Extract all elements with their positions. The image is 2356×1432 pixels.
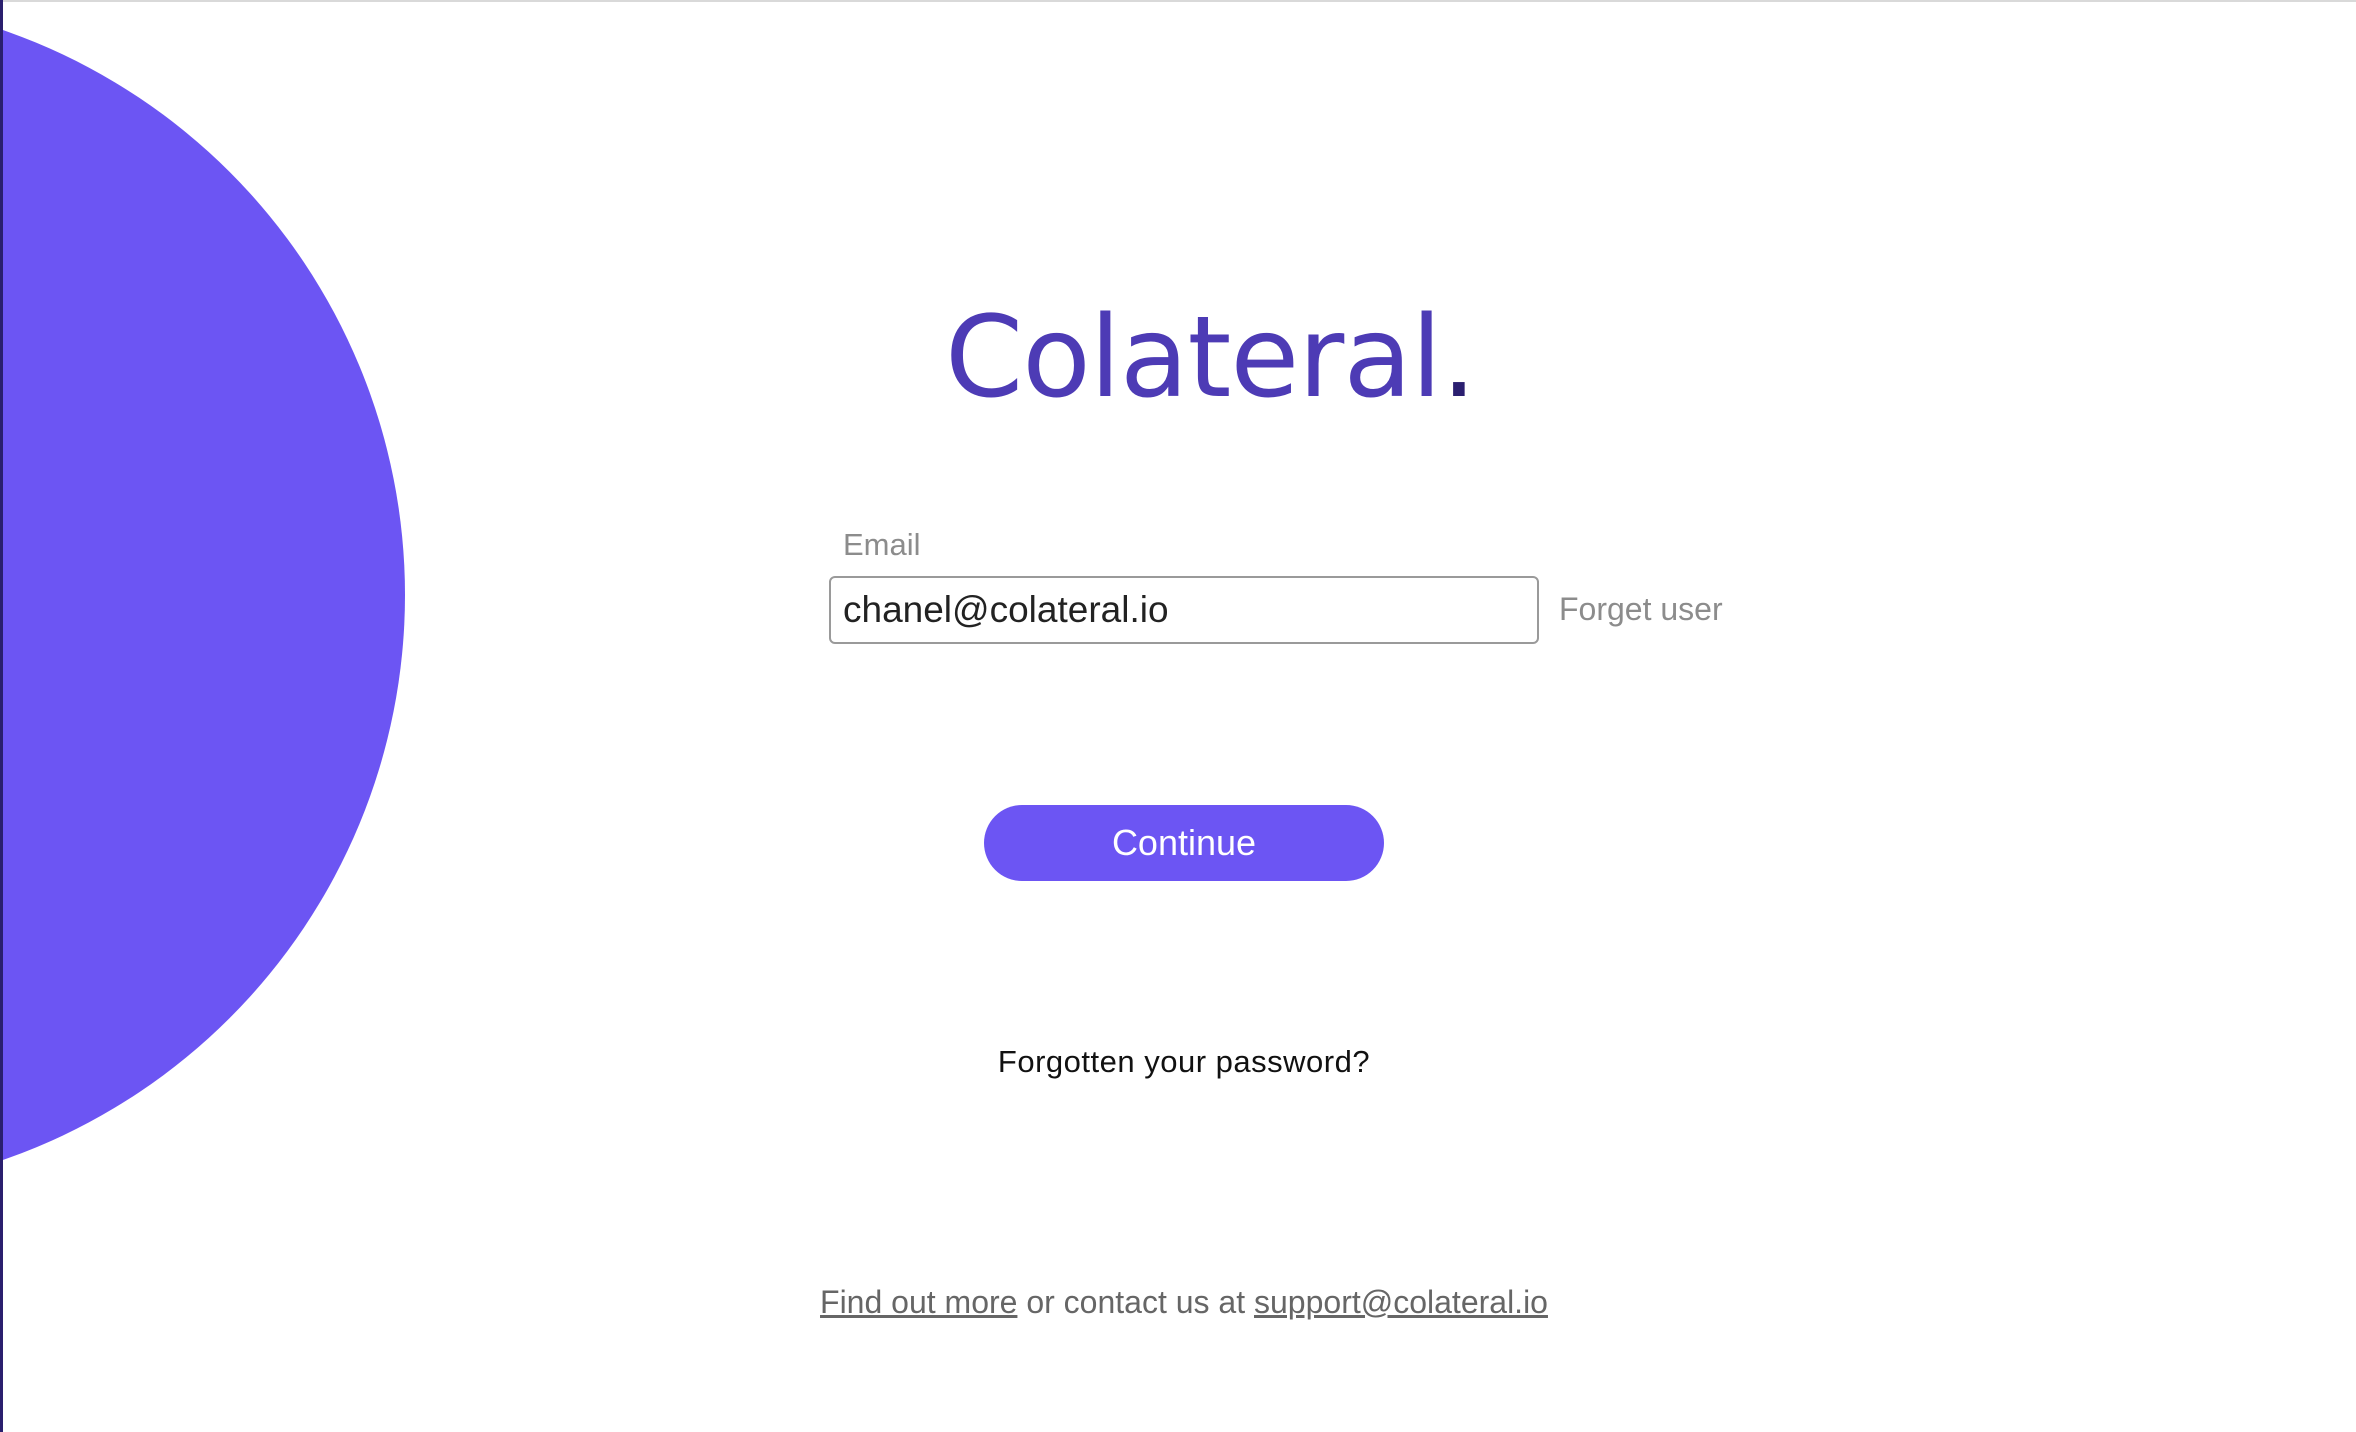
email-input[interactable] (829, 576, 1539, 644)
support-email-link[interactable]: support@colateral.io (1254, 1284, 1548, 1320)
forgot-password-link[interactable]: Forgotten your password? (998, 1044, 1370, 1079)
footer: Find out more or contact us at support@c… (0, 1280, 2356, 1324)
forgot-password-row: Forgotten your password? (0, 1040, 2356, 1084)
top-divider (0, 0, 2356, 2)
continue-button[interactable]: Continue (984, 805, 1384, 881)
left-edge-strip (0, 0, 3, 1432)
email-label: Email (843, 527, 921, 562)
forget-user-link[interactable]: Forget user (1559, 587, 1723, 631)
brand-logo: Colateral. (945, 288, 1477, 428)
decorative-circle (0, 0, 405, 1193)
brand-logo-text: Colateral (945, 293, 1442, 423)
footer-contact-text: or contact us at (1017, 1284, 1254, 1320)
find-out-more-link[interactable]: Find out more (820, 1284, 1017, 1320)
login-page: Colateral. Email Forget user Continue Fo… (0, 0, 2356, 1432)
brand-logo-dot: . (1441, 293, 1477, 423)
